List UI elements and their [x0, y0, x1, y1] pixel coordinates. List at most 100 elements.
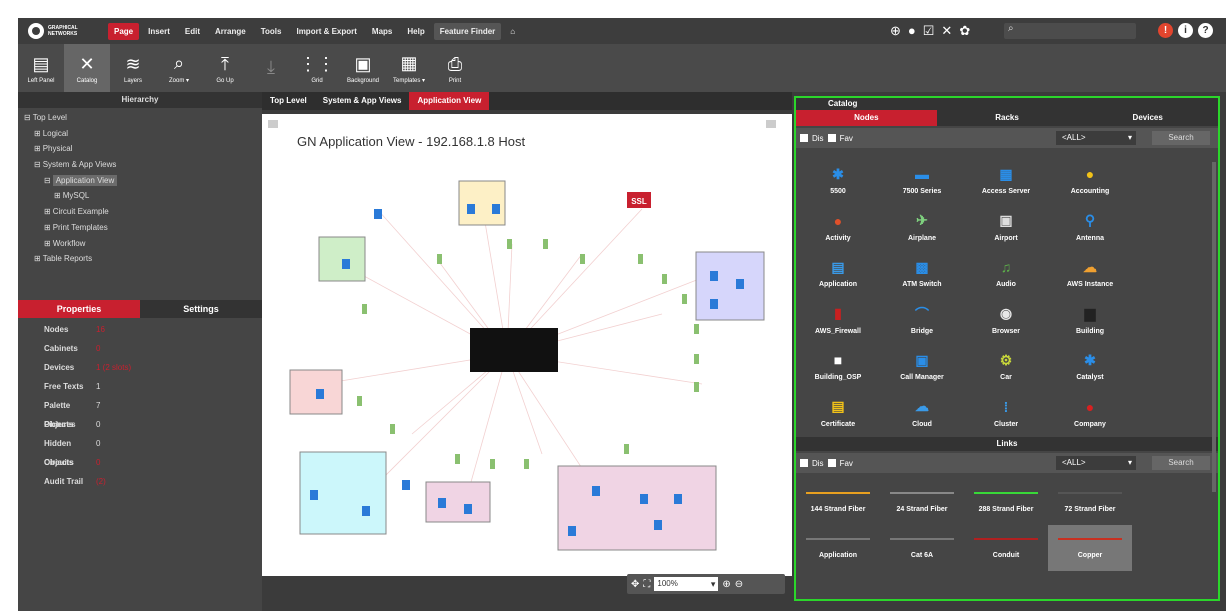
- tree-expander-icon[interactable]: ⊟: [24, 113, 31, 122]
- zoom-in-icon[interactable]: ⊕: [722, 579, 730, 590]
- catalog-node-airport[interactable]: ▣ Airport: [964, 203, 1048, 250]
- tool-zoom--button[interactable]: ⌕ Zoom ▾: [156, 44, 202, 92]
- catalog-node-antenna[interactable]: ⚲ Antenna: [1048, 203, 1132, 250]
- group-box-pink[interactable]: [425, 481, 491, 523]
- tool-left-panel-button[interactable]: ▤ Left Panel: [18, 44, 64, 92]
- property-value[interactable]: (2): [96, 472, 106, 491]
- pan-icon[interactable]: ✥: [631, 579, 639, 590]
- links-search-button[interactable]: Search: [1152, 456, 1210, 470]
- group-box-purple[interactable]: [695, 251, 765, 321]
- alert-icon[interactable]: !: [1158, 23, 1173, 38]
- tab-properties[interactable]: Properties: [18, 300, 140, 318]
- catalog-tab-devices[interactable]: Devices: [1077, 110, 1219, 126]
- tool-print-button[interactable]: ⎙ Print: [432, 44, 478, 92]
- tree-expander-icon[interactable]: ⊟: [34, 160, 41, 169]
- catalog-node-car[interactable]: ⚙ Car: [964, 342, 1048, 389]
- tree-item-physical[interactable]: ⊞ Physical: [18, 141, 262, 157]
- catalog-node-building[interactable]: ▆ Building: [1048, 296, 1132, 343]
- links-dis-checkbox[interactable]: [800, 459, 808, 467]
- global-search-input[interactable]: ⌕: [1004, 23, 1136, 39]
- catalog-link-144-strand-fiber[interactable]: 144 Strand Fiber: [796, 479, 880, 525]
- info-icon[interactable]: i: [1178, 23, 1193, 38]
- diagram-canvas[interactable]: SSL GN Application View - 192.168.1.8 Ho…: [262, 114, 792, 576]
- nodes-category-select[interactable]: <ALL>: [1056, 131, 1136, 145]
- zoom-out-icon[interactable]: ⊖: [735, 579, 743, 590]
- catalog-node-bridge[interactable]: ⌒ Bridge: [880, 296, 964, 343]
- tree-item-circuit-example[interactable]: ⊞ Circuit Example: [18, 204, 262, 220]
- catalog-node-airplane[interactable]: ✈ Airplane: [880, 203, 964, 250]
- catalog-link-conduit[interactable]: Conduit: [964, 525, 1048, 571]
- catalog-link-288-strand-fiber[interactable]: 288 Strand Fiber: [964, 479, 1048, 525]
- menu-help[interactable]: Help: [401, 23, 430, 40]
- menu-feature-finder[interactable]: Feature Finder: [433, 22, 502, 40]
- catalog-node-atm-switch[interactable]: ▩ ATM Switch: [880, 249, 964, 296]
- tool-catalog-button[interactable]: ✕ Catalog: [64, 44, 110, 92]
- tree-expander-icon[interactable]: ⊞: [44, 207, 51, 216]
- dis-checkbox[interactable]: [800, 134, 808, 142]
- menu-edit[interactable]: Edit: [179, 23, 206, 40]
- tab-system-app-views[interactable]: System & App Views: [315, 92, 410, 110]
- fav-checkbox[interactable]: [827, 134, 836, 142]
- catalog-tab-nodes[interactable]: Nodes: [796, 110, 937, 126]
- catalog-node-catalyst[interactable]: ✱ Catalyst: [1048, 342, 1132, 389]
- tree-item-top-level[interactable]: ⊟ Top Level: [18, 110, 262, 126]
- catalog-node-activity[interactable]: ● Activity: [796, 203, 880, 250]
- catalog-scrollbar[interactable]: [1212, 162, 1216, 492]
- tree-item-system-app-views[interactable]: ⊟ System & App Views: [18, 157, 262, 173]
- catalog-link-24-strand-fiber[interactable]: 24 Strand Fiber: [880, 479, 964, 525]
- tree-item-application-view[interactable]: ⊟ Application View: [18, 173, 262, 189]
- tree-expander-icon[interactable]: ⊟: [44, 176, 51, 185]
- menu-arrange[interactable]: Arrange: [209, 23, 252, 40]
- catalog-link-application[interactable]: Application: [796, 525, 880, 571]
- catalog-node-cloud[interactable]: ☁ Cloud: [880, 389, 964, 436]
- menu-page[interactable]: Page: [108, 22, 140, 40]
- tree-item-mysql[interactable]: ⊞ MySQL: [18, 188, 262, 204]
- tree-expander-icon[interactable]: ⊞: [34, 129, 41, 138]
- gear-icon[interactable]: ✿: [959, 23, 970, 38]
- catalog-node-7500-series[interactable]: ▬ 7500 Series: [880, 156, 964, 203]
- catalog-node-aws-instance[interactable]: ☁ AWS Instance: [1048, 249, 1132, 296]
- tree-item-workflow[interactable]: ⊞ Workflow: [18, 236, 262, 252]
- tab-top-level[interactable]: Top Level: [262, 92, 315, 110]
- server-chassis-image[interactable]: [470, 328, 558, 372]
- group-box-yellow[interactable]: [458, 180, 506, 226]
- links-fav-checkbox[interactable]: [827, 459, 836, 467]
- catalog-node-accounting[interactable]: ● Accounting: [1048, 156, 1132, 203]
- circle-icon[interactable]: ●: [908, 23, 916, 38]
- tab-application-view[interactable]: Application View: [409, 92, 490, 110]
- globe-icon[interactable]: ⊕: [890, 23, 901, 38]
- property-value[interactable]: 16: [96, 320, 105, 339]
- tree-expander-icon[interactable]: ⊞: [54, 191, 61, 200]
- catalog-tab-racks[interactable]: Racks: [936, 110, 1078, 126]
- menu-insert[interactable]: Insert: [142, 23, 176, 40]
- tree-expander-icon[interactable]: ⊞: [44, 239, 51, 248]
- tree-item-logical[interactable]: ⊞ Logical: [18, 126, 262, 142]
- catalog-node-access-server[interactable]: ▦ Access Server: [964, 156, 1048, 203]
- tool-disabled-button[interactable]: ⤓: [248, 44, 294, 92]
- property-value[interactable]: 0: [96, 339, 100, 358]
- catalog-link-copper[interactable]: Copper: [1048, 525, 1132, 571]
- catalog-node-application[interactable]: ▤ Application: [796, 249, 880, 296]
- catalog-node-aws-firewall[interactable]: ▮ AWS_Firewall: [796, 296, 880, 343]
- tree-expander-icon[interactable]: ⊞: [34, 254, 41, 263]
- tool-layers-button[interactable]: ≋ Layers: [110, 44, 156, 92]
- catalog-node-browser[interactable]: ◉ Browser: [964, 296, 1048, 343]
- catalog-link-72-strand-fiber[interactable]: 72 Strand Fiber: [1048, 479, 1132, 525]
- catalog-link-cat-6a[interactable]: Cat 6A: [880, 525, 964, 571]
- fit-icon[interactable]: ⛶: [643, 579, 650, 590]
- nodes-search-button[interactable]: Search: [1152, 131, 1210, 145]
- catalog-node-audio[interactable]: ♫ Audio: [964, 249, 1048, 296]
- tab-settings[interactable]: Settings: [140, 300, 262, 318]
- links-category-select[interactable]: <ALL>: [1056, 456, 1136, 470]
- tools-icon[interactable]: ✕: [941, 23, 952, 38]
- tree-item-table-reports[interactable]: ⊞ Table Reports: [18, 251, 262, 267]
- menu-import-export[interactable]: Import & Export: [290, 23, 362, 40]
- menu-tools[interactable]: Tools: [255, 23, 288, 40]
- help-icon[interactable]: ?: [1198, 23, 1213, 38]
- tree-expander-icon[interactable]: ⊞: [44, 223, 51, 232]
- tree-item-print-templates[interactable]: ⊞ Print Templates: [18, 220, 262, 236]
- home-icon[interactable]: ⌂: [504, 23, 521, 40]
- group-box-large[interactable]: [557, 465, 717, 551]
- property-value[interactable]: 1 (2 slots): [96, 358, 131, 377]
- tool-grid-button[interactable]: ⋮⋮ Grid: [294, 44, 340, 92]
